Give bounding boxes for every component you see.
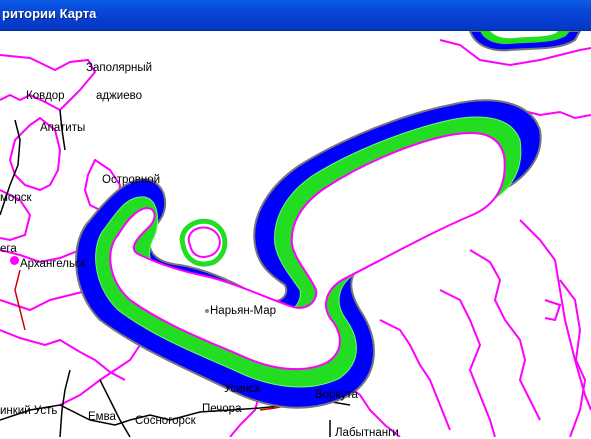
label-apatity[interactable]: Апатиты (40, 122, 85, 134)
label-arkhangelsk[interactable]: Архангельск (20, 258, 86, 270)
map-canvas (0, 31, 591, 437)
lake-inner (187, 226, 221, 258)
label-belomorsk-partial[interactable]: морск (0, 192, 31, 204)
label-kovdor[interactable]: Ковдор (26, 90, 65, 102)
arkhangelsk-marker[interactable] (10, 256, 19, 265)
label-ukhta-partial[interactable]: инкий Усть (0, 405, 57, 417)
label-zapolyarny-partial[interactable]: аджиево (96, 90, 142, 102)
label-usinsk[interactable]: Усинск (224, 383, 260, 395)
label-emva[interactable]: Емва (88, 411, 116, 423)
naryan-mar-marker[interactable] (205, 309, 209, 313)
label-ostrovnoy[interactable]: Островной (102, 174, 160, 186)
label-labytnangi[interactable]: Лабытнанги (335, 427, 399, 439)
window-title-bar[interactable]: ритории Карта (0, 0, 591, 31)
label-onega-partial[interactable]: ега (0, 243, 17, 255)
label-naryan-mar[interactable]: Нарьян-Мар (210, 305, 276, 317)
label-pechora[interactable]: Печора (202, 403, 241, 415)
map-view[interactable]: Заполярный Ковдор аджиево Апатиты Остров… (0, 31, 591, 439)
window-title: ритории Карта (2, 6, 97, 21)
label-sosnogorsk[interactable]: Сосногорск (135, 415, 196, 427)
label-zapolyarny[interactable]: Заполярный (86, 62, 152, 74)
label-vorkuta[interactable]: Воркута (315, 389, 358, 401)
